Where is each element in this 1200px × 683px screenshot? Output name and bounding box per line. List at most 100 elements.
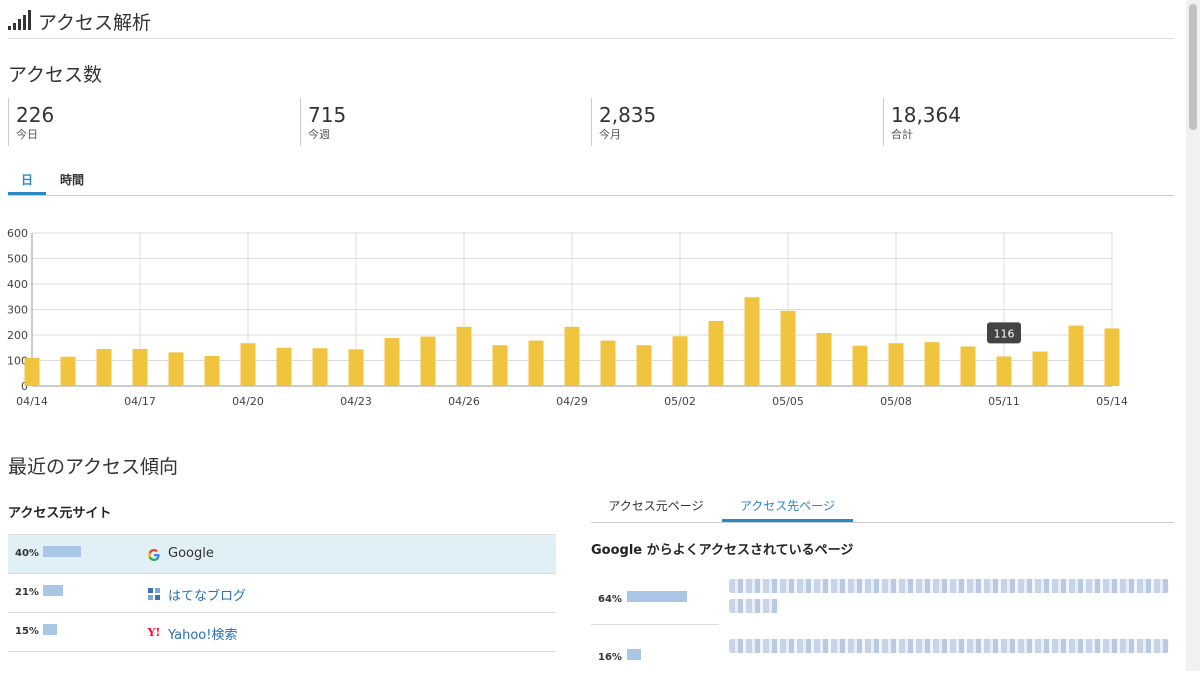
stat-label: 今月	[599, 128, 621, 141]
tab-referrer-pages[interactable]: アクセス元ページ	[597, 494, 715, 521]
share-percent: 21%	[15, 587, 39, 598]
chart-bar[interactable]	[276, 347, 292, 386]
chart-bar[interactable]	[204, 355, 220, 386]
share-bar	[43, 546, 81, 557]
share-percent: 16%	[598, 652, 622, 663]
chart-tabs: 日 時間	[8, 168, 1174, 196]
chart-bar[interactable]	[996, 356, 1012, 386]
chart-bar[interactable]	[1104, 328, 1120, 386]
blurred-page-link[interactable]	[729, 599, 779, 613]
stat-value: 18,364	[891, 103, 961, 127]
pages-panel: アクセス元ページ アクセス先ページ Google からよくアクセスされているペー…	[591, 494, 1174, 671]
y-tick-label: 500	[7, 253, 28, 266]
tab-day[interactable]: 日	[8, 168, 46, 195]
y-tick-label: 200	[7, 329, 28, 342]
x-tick-label: 04/20	[232, 395, 264, 408]
chart-bar[interactable]	[132, 349, 148, 386]
pages-subtitle: Google からよくアクセスされているページ	[591, 543, 854, 558]
chart-bar[interactable]	[564, 326, 580, 386]
share-percent: 40%	[15, 548, 39, 559]
page-row[interactable]: 16%	[591, 625, 1174, 683]
scrollbar-thumb[interactable]	[1189, 4, 1197, 130]
chart-tooltip-text: 116	[994, 327, 1015, 340]
chart-bar[interactable]	[852, 345, 868, 386]
stat-label: 今日	[16, 128, 38, 141]
x-tick-label: 04/29	[556, 395, 588, 408]
x-tick-label: 04/26	[448, 395, 480, 408]
chart-bar[interactable]	[168, 352, 184, 386]
chart-bar[interactable]	[708, 320, 724, 386]
stats-row: 226 今日 715 今週 2,835 今月 18,364 合計	[8, 98, 1174, 146]
chart-bar[interactable]	[492, 345, 508, 386]
share-percent: 15%	[15, 626, 39, 637]
share-bar	[43, 585, 63, 596]
page-title: アクセス解析	[38, 12, 152, 34]
chart-bar[interactable]	[96, 349, 112, 386]
referrer-link[interactable]: Yahoo!検索	[168, 624, 237, 643]
chart-bar[interactable]	[456, 326, 472, 386]
access-bar-chart: 010020030040050060004/14 04/17 04/20 04/23 0…	[7, 227, 1128, 408]
y-tick-label: 300	[7, 304, 28, 317]
x-tick-label: 05/05	[772, 395, 804, 408]
chart-bar[interactable]	[240, 343, 256, 386]
tab-landing-pages[interactable]: アクセス先ページ	[722, 494, 853, 522]
referrer-name: Google	[168, 546, 214, 561]
share-percent: 64%	[598, 594, 622, 605]
stat-value: 715	[308, 103, 347, 127]
referrer-row-hatena[interactable]: 21% はてなブログ	[8, 574, 556, 613]
chart-bar[interactable]	[24, 357, 40, 386]
x-tick-label: 05/08	[880, 395, 912, 408]
referrer-row-google[interactable]: 40% Google	[8, 535, 556, 574]
google-icon	[147, 548, 161, 562]
chart-bar[interactable]	[1032, 351, 1048, 386]
x-tick-label: 04/14	[16, 395, 48, 408]
stat-value: 2,835	[599, 103, 657, 127]
tab-hour[interactable]: 時間	[54, 168, 90, 194]
referrer-link[interactable]: はてなブログ	[168, 585, 246, 604]
chart-bar[interactable]	[744, 297, 760, 386]
pages-tabs: アクセス元ページ アクセス先ページ	[591, 494, 1174, 523]
signal-bars-icon	[8, 10, 31, 30]
x-tick-label: 04/23	[340, 395, 372, 408]
stat-label: 今週	[308, 128, 330, 141]
x-tick-label: 05/14	[1096, 395, 1128, 408]
chart-bar[interactable]	[816, 332, 832, 386]
x-tick-label: 04/17	[124, 395, 156, 408]
share-bar	[43, 624, 57, 635]
hatena-blog-icon	[147, 587, 161, 601]
chart-bar[interactable]	[312, 348, 328, 386]
chart-bar[interactable]	[780, 310, 796, 386]
stat-today: 226 今日	[8, 98, 54, 146]
chart-bar[interactable]	[636, 345, 652, 386]
y-tick-label: 400	[7, 278, 28, 291]
chart-bar[interactable]	[384, 338, 400, 386]
referrer-sites-title: アクセス元サイト	[8, 500, 556, 535]
x-tick-label: 05/02	[664, 395, 696, 408]
chart-bar[interactable]	[960, 346, 976, 386]
stat-total: 18,364 合計	[883, 98, 961, 146]
blurred-page-link[interactable]	[729, 579, 1169, 593]
share-bar	[627, 591, 687, 602]
chart-bar[interactable]	[1068, 325, 1084, 386]
scrollbar[interactable]	[1186, 0, 1200, 671]
chart-bar[interactable]	[60, 356, 76, 386]
x-tick-label: 05/11	[988, 395, 1020, 408]
chart-bar[interactable]	[600, 340, 616, 386]
stat-label: 合計	[891, 128, 913, 141]
access-count-title: アクセス数	[8, 64, 103, 86]
share-bar	[627, 649, 641, 660]
page-header: アクセス解析	[8, 6, 1174, 39]
blurred-page-link[interactable]	[729, 639, 1169, 653]
referrer-row-yahoo[interactable]: 15% Y! Yahoo!検索	[8, 613, 556, 652]
referrer-sites-panel: アクセス元サイト 40% Google 21% はてなブログ 15% Y! Ya…	[8, 500, 556, 652]
chart-bar[interactable]	[528, 340, 544, 386]
chart-bar[interactable]	[924, 342, 940, 386]
stat-value: 226	[16, 103, 55, 127]
chart-bar[interactable]	[888, 343, 904, 386]
page-row[interactable]: 64%	[591, 567, 1174, 625]
y-tick-label: 600	[7, 227, 28, 240]
stat-week: 715 今週	[300, 98, 346, 146]
chart-bar[interactable]	[672, 336, 688, 386]
chart-bar[interactable]	[420, 336, 436, 386]
chart-bar[interactable]	[348, 349, 364, 386]
